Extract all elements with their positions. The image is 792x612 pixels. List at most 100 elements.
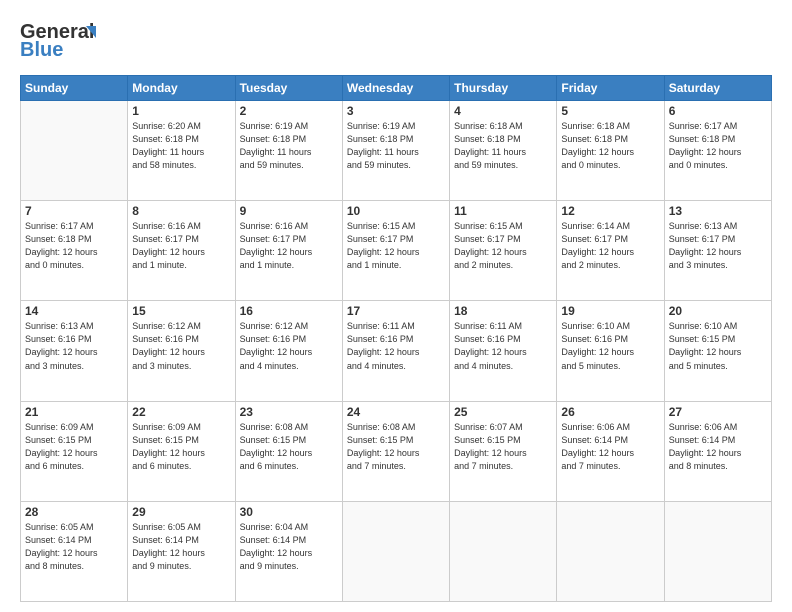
- day-number: 10: [347, 204, 445, 218]
- day-info: Sunrise: 6:12 AM Sunset: 6:16 PM Dayligh…: [132, 320, 230, 372]
- day-number: 19: [561, 304, 659, 318]
- calendar-cell: 5 Sunrise: 6:18 AM Sunset: 6:18 PM Daylig…: [557, 101, 664, 201]
- calendar-cell: 2 Sunrise: 6:19 AM Sunset: 6:18 PM Daylig…: [235, 101, 342, 201]
- day-number: 21: [25, 405, 123, 419]
- calendar-cell: 4Sunrise: 6:18 AM Sunset: 6:18 PM Daylig…: [450, 101, 557, 201]
- calendar-cell: 1 Sunrise: 6:20 AM Sunset: 6:18 PM Daylig…: [128, 101, 235, 201]
- day-info: Sunrise: 6:15 AM Sunset: 6:17 PM Dayligh…: [347, 220, 445, 272]
- day-info: Sunrise: 6:11 AM Sunset: 6:16 PM Dayligh…: [347, 320, 445, 372]
- calendar-cell: 22Sunrise: 6:09 AM Sunset: 6:15 PM Dayli…: [128, 401, 235, 501]
- day-info: Sunrise: 6:08 AM Sunset: 6:15 PM Dayligh…: [240, 421, 338, 473]
- calendar-cell: 24 Sunrise: 6:08 AM Sunset: 6:15 PM Dayli…: [342, 401, 449, 501]
- day-info: Sunrise: 6:13 AM Sunset: 6:17 PM Dayligh…: [669, 220, 767, 272]
- day-info: Sunrise: 6:09 AM Sunset: 6:15 PM Dayligh…: [25, 421, 123, 473]
- day-number: 3: [347, 104, 445, 118]
- day-number: 24: [347, 405, 445, 419]
- calendar-cell: 19 Sunrise: 6:10 AM Sunset: 6:16 PM Dayli…: [557, 301, 664, 401]
- day-info: Sunrise: 6:06 AM Sunset: 6:14 PM Dayligh…: [669, 421, 767, 473]
- day-info: Sunrise: 6:10 AM Sunset: 6:15 PM Dayligh…: [669, 320, 767, 372]
- calendar-cell: 15 Sunrise: 6:12 AM Sunset: 6:16 PM Dayli…: [128, 301, 235, 401]
- day-number: 15: [132, 304, 230, 318]
- day-number: 11: [454, 204, 552, 218]
- calendar-cell: 6 Sunrise: 6:17 AM Sunset: 6:18 PM Daylig…: [664, 101, 771, 201]
- day-info: Sunrise: 6:20 AM Sunset: 6:18 PM Dayligh…: [132, 120, 230, 172]
- day-info: Sunrise: 6:05 AM Sunset: 6:14 PM Dayligh…: [132, 521, 230, 573]
- day-number: 25: [454, 405, 552, 419]
- calendar-cell: 26 Sunrise: 6:06 AM Sunset: 6:14 PM Dayli…: [557, 401, 664, 501]
- day-number: 26: [561, 405, 659, 419]
- day-info: Sunrise: 6:17 AM Sunset: 6:18 PM Dayligh…: [669, 120, 767, 172]
- day-number: 1: [132, 104, 230, 118]
- calendar-cell: [342, 501, 449, 601]
- calendar-cell: 20 Sunrise: 6:10 AM Sunset: 6:15 PM Dayli…: [664, 301, 771, 401]
- day-number: 23: [240, 405, 338, 419]
- day-info: Sunrise: 6:13 AM Sunset: 6:16 PM Dayligh…: [25, 320, 123, 372]
- calendar-table: SundayMondayTuesdayWednesdayThursdayFrid…: [20, 75, 772, 602]
- calendar-cell: 16 Sunrise: 6:12 AM Sunset: 6:16 PM Dayli…: [235, 301, 342, 401]
- calendar-cell: 3 Sunrise: 6:19 AM Sunset: 6:18 PM Daylig…: [342, 101, 449, 201]
- day-info: Sunrise: 6:10 AM Sunset: 6:16 PM Dayligh…: [561, 320, 659, 372]
- day-number: 30: [240, 505, 338, 519]
- calendar-cell: 14 Sunrise: 6:13 AM Sunset: 6:16 PM Dayli…: [21, 301, 128, 401]
- day-number: 7: [25, 204, 123, 218]
- day-number: 5: [561, 104, 659, 118]
- day-number: 13: [669, 204, 767, 218]
- day-number: 17: [347, 304, 445, 318]
- weekday-thursday: Thursday: [450, 76, 557, 101]
- day-info: Sunrise: 6:18 AM Sunset: 6:18 PM Dayligh…: [454, 120, 552, 172]
- calendar-cell: [450, 501, 557, 601]
- svg-text:Blue: Blue: [20, 39, 63, 60]
- page: General Blue SundayMondayTuesdayWednesda…: [0, 0, 792, 612]
- day-info: Sunrise: 6:05 AM Sunset: 6:14 PM Dayligh…: [25, 521, 123, 573]
- day-number: 6: [669, 104, 767, 118]
- day-info: Sunrise: 6:17 AM Sunset: 6:18 PM Dayligh…: [25, 220, 123, 272]
- day-number: 16: [240, 304, 338, 318]
- calendar-week-row: 21 Sunrise: 6:09 AM Sunset: 6:15 PM Dayli…: [21, 401, 772, 501]
- calendar-week-row: 14 Sunrise: 6:13 AM Sunset: 6:16 PM Dayli…: [21, 301, 772, 401]
- calendar-cell: [557, 501, 664, 601]
- calendar-cell: 13 Sunrise: 6:13 AM Sunset: 6:17 PM Dayli…: [664, 201, 771, 301]
- calendar-cell: 27 Sunrise: 6:06 AM Sunset: 6:14 PM Dayli…: [664, 401, 771, 501]
- day-number: 12: [561, 204, 659, 218]
- calendar-week-row: 28 Sunrise: 6:05 AM Sunset: 6:14 PM Dayli…: [21, 501, 772, 601]
- day-info: Sunrise: 6:12 AM Sunset: 6:16 PM Dayligh…: [240, 320, 338, 372]
- weekday-saturday: Saturday: [664, 76, 771, 101]
- calendar-week-row: 1 Sunrise: 6:20 AM Sunset: 6:18 PM Daylig…: [21, 101, 772, 201]
- calendar-week-row: 7 Sunrise: 6:17 AM Sunset: 6:18 PM Daylig…: [21, 201, 772, 301]
- day-number: 20: [669, 304, 767, 318]
- calendar-cell: 8Sunrise: 6:16 AM Sunset: 6:17 PM Daylig…: [128, 201, 235, 301]
- weekday-friday: Friday: [557, 76, 664, 101]
- calendar-cell: [664, 501, 771, 601]
- calendar-cell: 10 Sunrise: 6:15 AM Sunset: 6:17 PM Dayli…: [342, 201, 449, 301]
- day-info: Sunrise: 6:14 AM Sunset: 6:17 PM Dayligh…: [561, 220, 659, 272]
- calendar-cell: 11 Sunrise: 6:15 AM Sunset: 6:17 PM Dayli…: [450, 201, 557, 301]
- day-info: Sunrise: 6:08 AM Sunset: 6:15 PM Dayligh…: [347, 421, 445, 473]
- day-info: Sunrise: 6:19 AM Sunset: 6:18 PM Dayligh…: [347, 120, 445, 172]
- day-info: Sunrise: 6:04 AM Sunset: 6:14 PM Dayligh…: [240, 521, 338, 573]
- day-number: 22: [132, 405, 230, 419]
- day-number: 18: [454, 304, 552, 318]
- calendar-cell: 17 Sunrise: 6:11 AM Sunset: 6:16 PM Dayli…: [342, 301, 449, 401]
- weekday-monday: Monday: [128, 76, 235, 101]
- header: General Blue: [20, 16, 772, 65]
- day-number: 14: [25, 304, 123, 318]
- day-number: 9: [240, 204, 338, 218]
- day-info: Sunrise: 6:06 AM Sunset: 6:14 PM Dayligh…: [561, 421, 659, 473]
- day-info: Sunrise: 6:16 AM Sunset: 6:17 PM Dayligh…: [132, 220, 230, 272]
- day-info: Sunrise: 6:15 AM Sunset: 6:17 PM Dayligh…: [454, 220, 552, 272]
- day-info: Sunrise: 6:19 AM Sunset: 6:18 PM Dayligh…: [240, 120, 338, 172]
- day-number: 29: [132, 505, 230, 519]
- calendar-cell: 28 Sunrise: 6:05 AM Sunset: 6:14 PM Dayli…: [21, 501, 128, 601]
- day-number: 27: [669, 405, 767, 419]
- day-number: 28: [25, 505, 123, 519]
- weekday-sunday: Sunday: [21, 76, 128, 101]
- weekday-wednesday: Wednesday: [342, 76, 449, 101]
- weekday-tuesday: Tuesday: [235, 76, 342, 101]
- calendar-cell: 25Sunrise: 6:07 AM Sunset: 6:15 PM Dayli…: [450, 401, 557, 501]
- calendar-cell: 18Sunrise: 6:11 AM Sunset: 6:16 PM Dayli…: [450, 301, 557, 401]
- day-number: 2: [240, 104, 338, 118]
- day-info: Sunrise: 6:18 AM Sunset: 6:18 PM Dayligh…: [561, 120, 659, 172]
- logo-svg: General Blue: [20, 16, 110, 60]
- calendar-cell: 21 Sunrise: 6:09 AM Sunset: 6:15 PM Dayli…: [21, 401, 128, 501]
- day-info: Sunrise: 6:16 AM Sunset: 6:17 PM Dayligh…: [240, 220, 338, 272]
